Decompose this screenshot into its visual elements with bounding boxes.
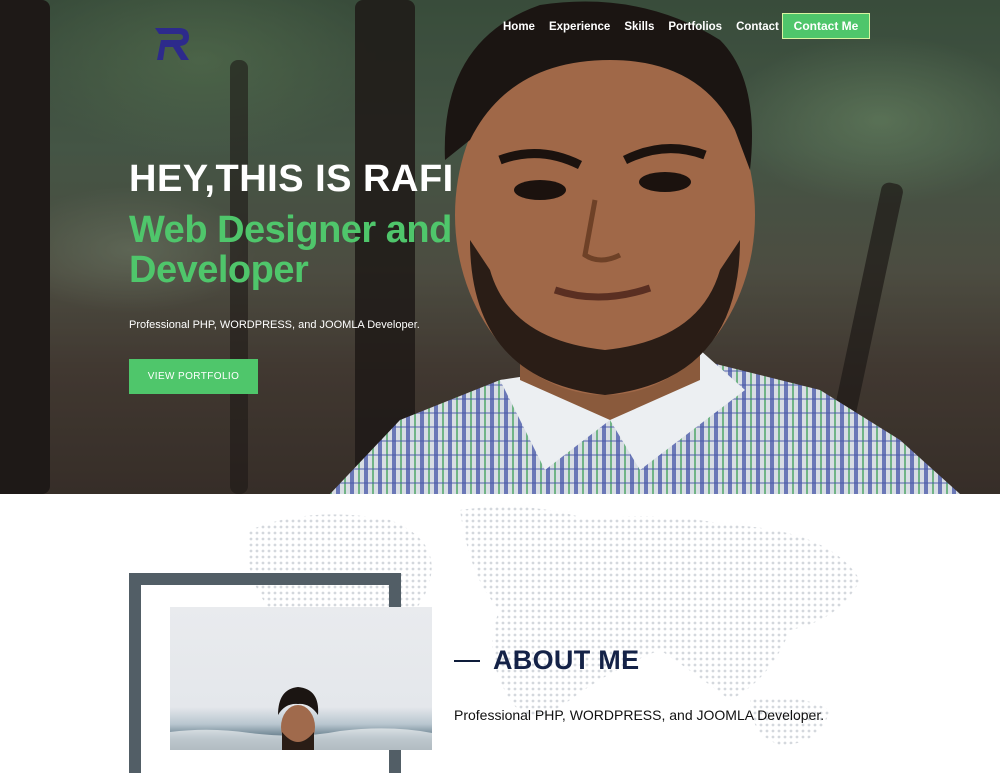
nav-item-experience[interactable]: Experience [549, 19, 610, 35]
main-navigation: Home Experience Skills Portfolios Contac… [503, 19, 779, 35]
about-heading-dash [454, 660, 480, 662]
hero-section: Home Experience Skills Portfolios Contac… [0, 0, 1000, 494]
about-text: Professional PHP, WORDPRESS, and JOOMLA … [454, 707, 825, 723]
hero-role: Web Designer and Developer [129, 209, 452, 291]
nav-item-home[interactable]: Home [503, 19, 535, 35]
R-logo-icon[interactable] [153, 24, 193, 64]
hero-subtitle: Professional PHP, WORDPRESS, and JOOMLA … [129, 319, 420, 331]
about-portrait [170, 687, 432, 750]
about-title: ABOUT ME [493, 645, 640, 675]
nav-item-skills[interactable]: Skills [624, 19, 654, 35]
view-portfolio-button[interactable]: VIEW PORTFOLIO [129, 359, 258, 394]
about-photo [170, 607, 432, 750]
hero-greeting: HEY,THIS IS RAFI [129, 158, 454, 200]
contact-me-button[interactable]: Contact Me [782, 13, 870, 39]
nav-item-contact[interactable]: Contact [736, 19, 779, 35]
nav-item-portfolios[interactable]: Portfolios [668, 19, 722, 35]
